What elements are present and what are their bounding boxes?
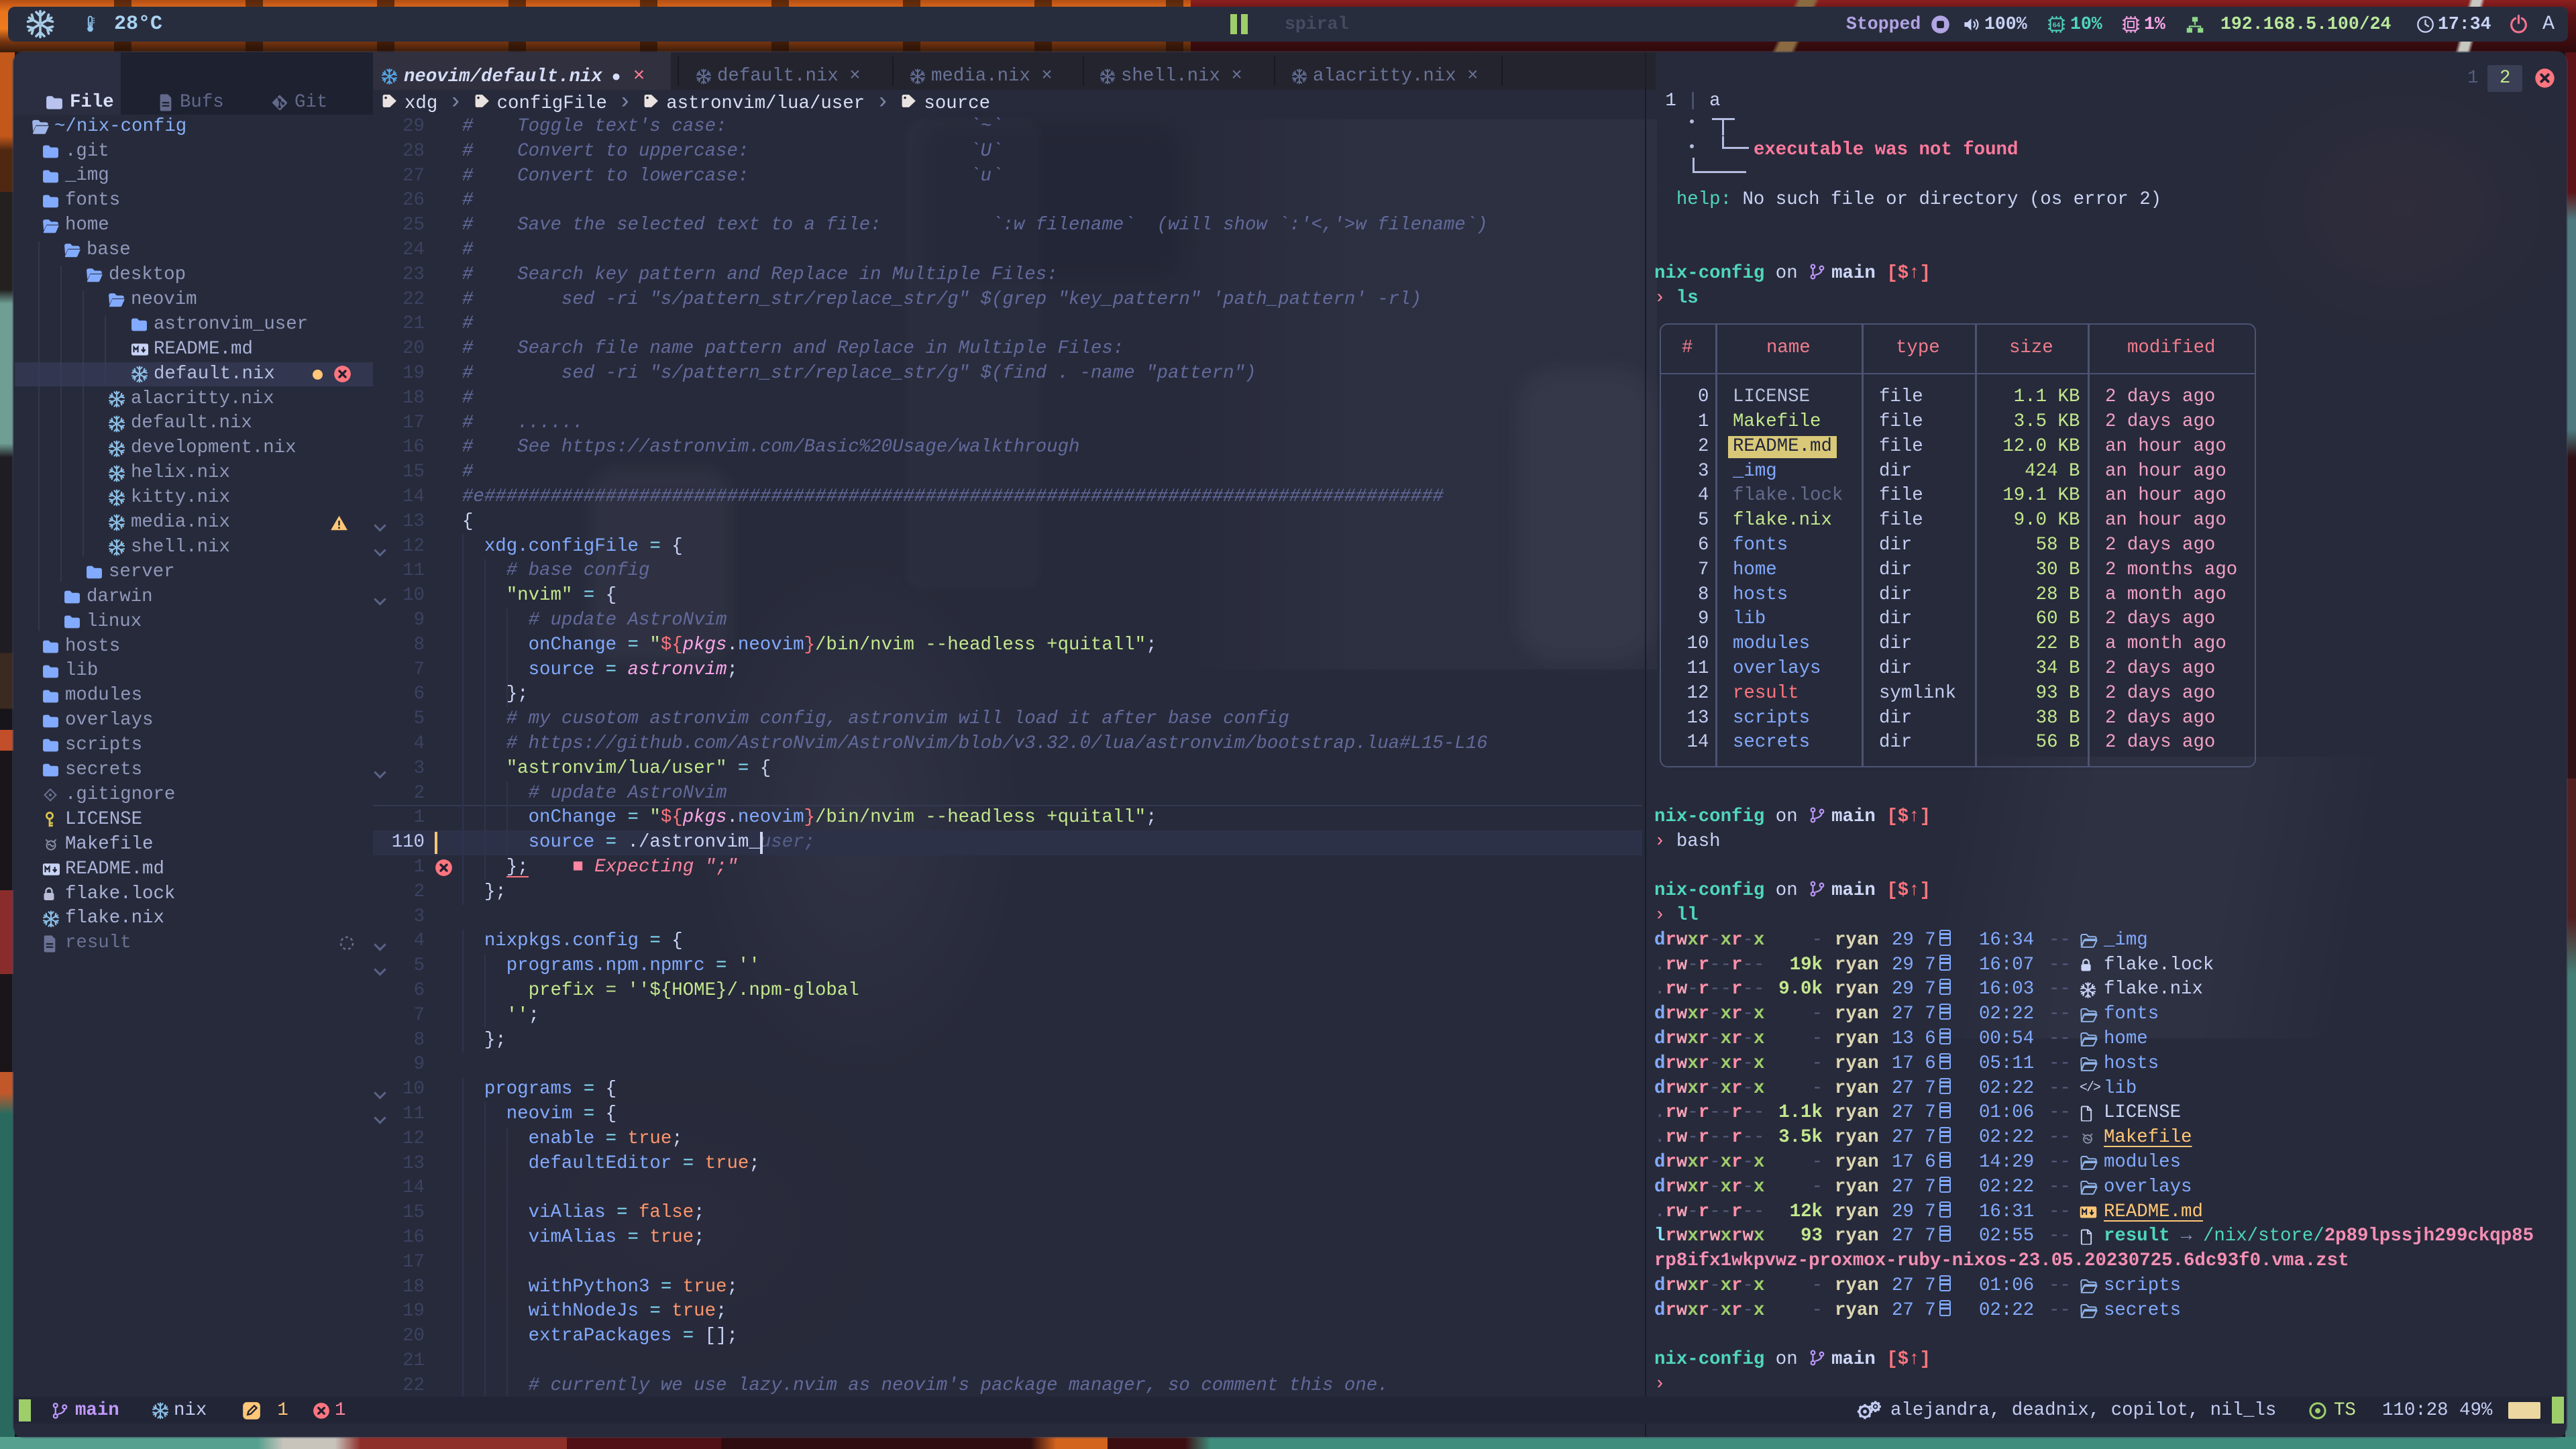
svg-text:64: 64: [2053, 21, 2061, 29]
